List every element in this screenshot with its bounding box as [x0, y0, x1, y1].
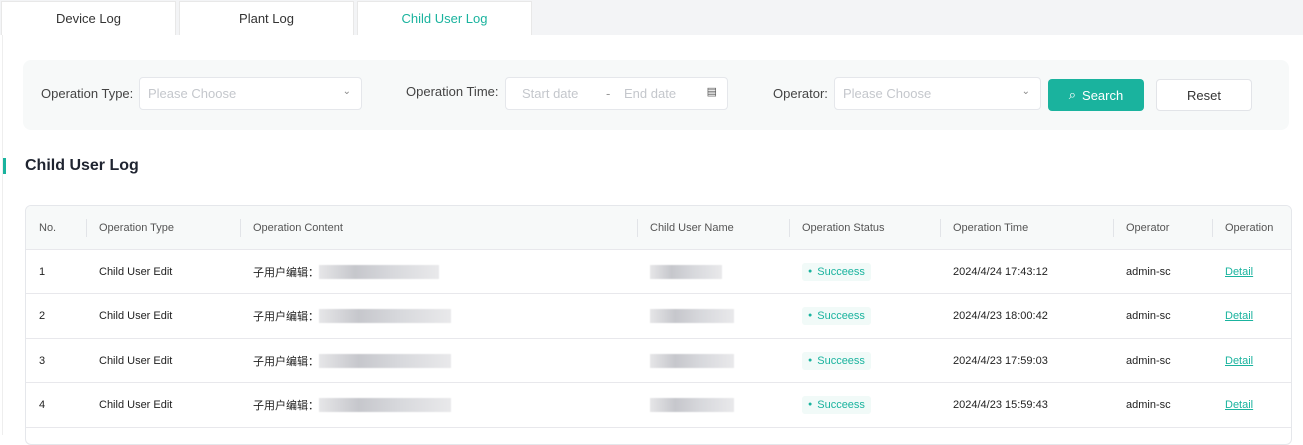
row-child-user-name	[637, 339, 734, 382]
row-operation-content: 子用户编辑：	[240, 339, 451, 382]
row-no: 4	[39, 399, 46, 411]
row-operation-status: Succeess	[789, 339, 871, 382]
content-text: 子用户编辑：	[253, 311, 319, 323]
detail-link[interactable]: Detail	[1225, 355, 1253, 367]
row-operation-time: 2024/4/23 18:00:42	[953, 310, 1048, 322]
row-no: 1	[39, 265, 46, 278]
detail-link[interactable]: Detail	[1225, 399, 1253, 411]
col-operator: Operator	[1113, 206, 1169, 249]
redacted-content	[319, 398, 451, 412]
content-text: 子用户编辑：	[253, 400, 319, 412]
redacted-content	[319, 264, 439, 279]
row-operation-type: Child User Edit	[99, 399, 173, 411]
row-operation-status: Succeess	[789, 250, 871, 293]
range-separator: -	[606, 86, 611, 101]
chevron-down-icon: ⌄	[1021, 86, 1030, 97]
row-operation-type: Child User Edit	[99, 310, 173, 322]
status-badge: Succeess	[802, 396, 871, 414]
row-operator: admin-sc	[1126, 354, 1171, 367]
table-row: 2 Child User Edit 子用户编辑： Succeess 2024/4…	[26, 295, 1291, 339]
row-operation-type: Child User Edit	[99, 354, 173, 367]
col-operation-status: Operation Status	[789, 206, 885, 249]
status-badge: Succeess	[802, 307, 871, 325]
row-operation-time: 2024/4/23 15:59:43	[953, 399, 1048, 411]
row-operation-time: 2024/4/24 17:43:12	[953, 265, 1048, 278]
col-operation-type: Operation Type	[86, 206, 174, 249]
search-button[interactable]: ⌕ Search	[1048, 79, 1144, 111]
search-icon: ⌕	[1068, 87, 1077, 102]
table-row: 1 Child User Edit 子用户编辑： Succeess 2024/4…	[26, 250, 1291, 294]
operation-time-label: Operation Time:	[406, 84, 499, 99]
col-child-user-name: Child User Name	[637, 206, 734, 249]
reset-button[interactable]: Reset	[1156, 79, 1252, 111]
row-operator: admin-sc	[1126, 399, 1171, 411]
row-child-user-name	[637, 250, 722, 293]
status-badge: Succeess	[802, 262, 871, 281]
redacted-content	[319, 353, 451, 368]
row-operation-content: 子用户编辑：	[240, 384, 451, 427]
start-date-input[interactable]: Start date	[522, 86, 606, 101]
operator-label: Operator:	[773, 86, 828, 101]
row-operation-time: 2024/4/23 17:59:03	[953, 354, 1048, 367]
table-row: 3 Child User Edit 子用户编辑： Succeess 2024/4…	[26, 339, 1291, 383]
date-range-picker[interactable]: Start date - End date ▤	[505, 77, 728, 110]
redacted-name	[650, 398, 734, 412]
row-child-user-name	[637, 295, 734, 338]
section-accent-bar	[3, 158, 6, 174]
operation-type-label: Operation Type:	[41, 86, 134, 101]
placeholder: Please Choose	[843, 86, 932, 101]
search-label: Search	[1082, 87, 1124, 103]
row-no: 3	[39, 354, 46, 367]
section-title: Child User Log	[25, 157, 139, 174]
operator-select[interactable]: Please Choose ⌄	[834, 77, 1041, 110]
content-text: 子用户编辑：	[253, 355, 319, 368]
row-operator: admin-sc	[1126, 310, 1171, 322]
row-operation: Detail	[1212, 339, 1253, 382]
filter-bar: Operation Type: Please Choose ⌄ Operation…	[23, 60, 1289, 130]
row-operation-type: Child User Edit	[99, 265, 173, 278]
row-operation-status: Succeess	[789, 384, 871, 427]
log-table: No. Operation Type Operation Content Chi…	[25, 205, 1292, 445]
table-row: 4 Child User Edit 子用户编辑： Succeess 2024/4…	[26, 384, 1291, 428]
redacted-content	[319, 309, 451, 323]
tab-plant-log[interactable]: Plant Log	[179, 1, 354, 35]
main-panel: Operation Type: Please Choose ⌄ Operation…	[2, 35, 1303, 445]
redacted-name	[650, 309, 734, 323]
row-operation-status: Succeess	[789, 295, 871, 338]
row-operation: Detail	[1212, 295, 1253, 338]
redacted-name	[650, 353, 734, 368]
row-operator: admin-sc	[1126, 265, 1171, 278]
content-text: 子用户编辑：	[253, 266, 319, 279]
row-child-user-name	[637, 384, 734, 427]
row-operation-content: 子用户编辑：	[240, 295, 451, 338]
row-operation: Detail	[1212, 250, 1253, 293]
placeholder: Please Choose	[148, 86, 237, 101]
col-operation-content: Operation Content	[240, 206, 343, 249]
col-no: No.	[39, 221, 57, 234]
table-header: No. Operation Type Operation Content Chi…	[26, 206, 1291, 250]
col-operation: Operation	[1212, 206, 1273, 249]
row-no: 2	[39, 310, 46, 322]
end-date-input[interactable]: End date	[624, 86, 676, 101]
calendar-icon: ▤	[706, 86, 717, 98]
tab-device-log[interactable]: Device Log	[1, 1, 176, 35]
operation-type-select[interactable]: Please Choose ⌄	[139, 77, 362, 110]
redacted-name	[650, 264, 722, 279]
row-operation: Detail	[1212, 384, 1253, 427]
tab-child-user-log[interactable]: Child User Log	[357, 1, 532, 35]
status-badge: Succeess	[802, 351, 871, 370]
detail-link[interactable]: Detail	[1225, 266, 1253, 278]
detail-link[interactable]: Detail	[1225, 310, 1253, 322]
col-operation-time: Operation Time	[940, 206, 1028, 249]
row-operation-content: 子用户编辑：	[240, 250, 439, 293]
chevron-down-icon: ⌄	[342, 86, 351, 97]
tab-bar: Device Log Plant Log Child User Log	[0, 0, 1303, 35]
